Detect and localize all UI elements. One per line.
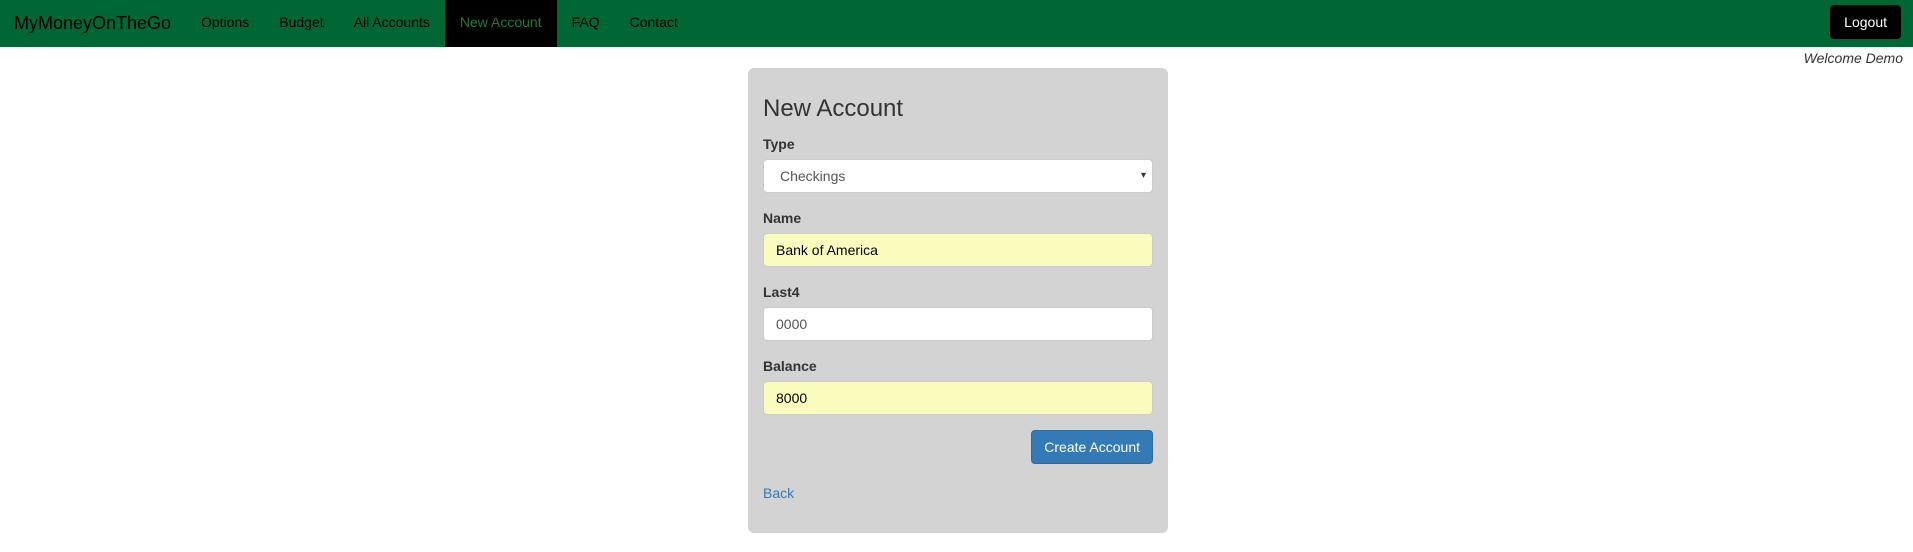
last4-label: Last4	[763, 284, 800, 300]
type-select-value: Checkings	[780, 168, 846, 184]
name-input[interactable]: Bank of America	[763, 233, 1153, 267]
nav-item-faq: FAQ	[557, 0, 615, 47]
nav-item-budget: Budget	[264, 0, 338, 47]
last4-input-value: 0000	[776, 316, 808, 332]
brand-link[interactable]: MyMoneyOnTheGo	[14, 13, 171, 33]
type-select[interactable]: Checkings ▾	[763, 159, 1153, 193]
form-title: New Account	[763, 95, 904, 122]
logout-button[interactable]: Logout	[1830, 5, 1901, 39]
create-account-button[interactable]: Create Account	[1031, 430, 1153, 464]
nav-item-contact: Contact	[615, 0, 693, 47]
nav-link-budget[interactable]: Budget	[264, 0, 338, 47]
nav-menu: Options Budget All Accounts New Account …	[186, 0, 693, 47]
name-input-value: Bank of America	[776, 242, 878, 258]
welcome-message: Welcome Demo	[1803, 50, 1903, 66]
top-navbar: MyMoneyOnTheGo Options Budget All Accoun…	[0, 0, 1913, 47]
balance-label: Balance	[763, 358, 817, 374]
new-account-form-card: New Account Type Checkings ▾ Name Bank o…	[748, 68, 1168, 533]
nav-item-options: Options	[186, 0, 264, 47]
nav-item-all-accounts: All Accounts	[339, 0, 445, 47]
balance-input-value: 8000	[776, 390, 808, 406]
nav-item-new-account: New Account	[444, 0, 557, 47]
nav-link-contact[interactable]: Contact	[615, 0, 693, 47]
nav-link-faq[interactable]: FAQ	[557, 0, 615, 47]
name-label: Name	[763, 210, 802, 226]
chevron-down-icon: ▾	[1140, 170, 1146, 181]
back-link[interactable]: Back	[763, 485, 794, 501]
nav-link-all-accounts[interactable]: All Accounts	[339, 0, 445, 47]
balance-input[interactable]: 8000	[763, 381, 1153, 415]
type-label: Type	[763, 136, 795, 152]
last4-input[interactable]: 0000	[763, 307, 1153, 341]
nav-link-new-account[interactable]: New Account	[444, 0, 557, 47]
nav-link-options[interactable]: Options	[186, 0, 264, 47]
